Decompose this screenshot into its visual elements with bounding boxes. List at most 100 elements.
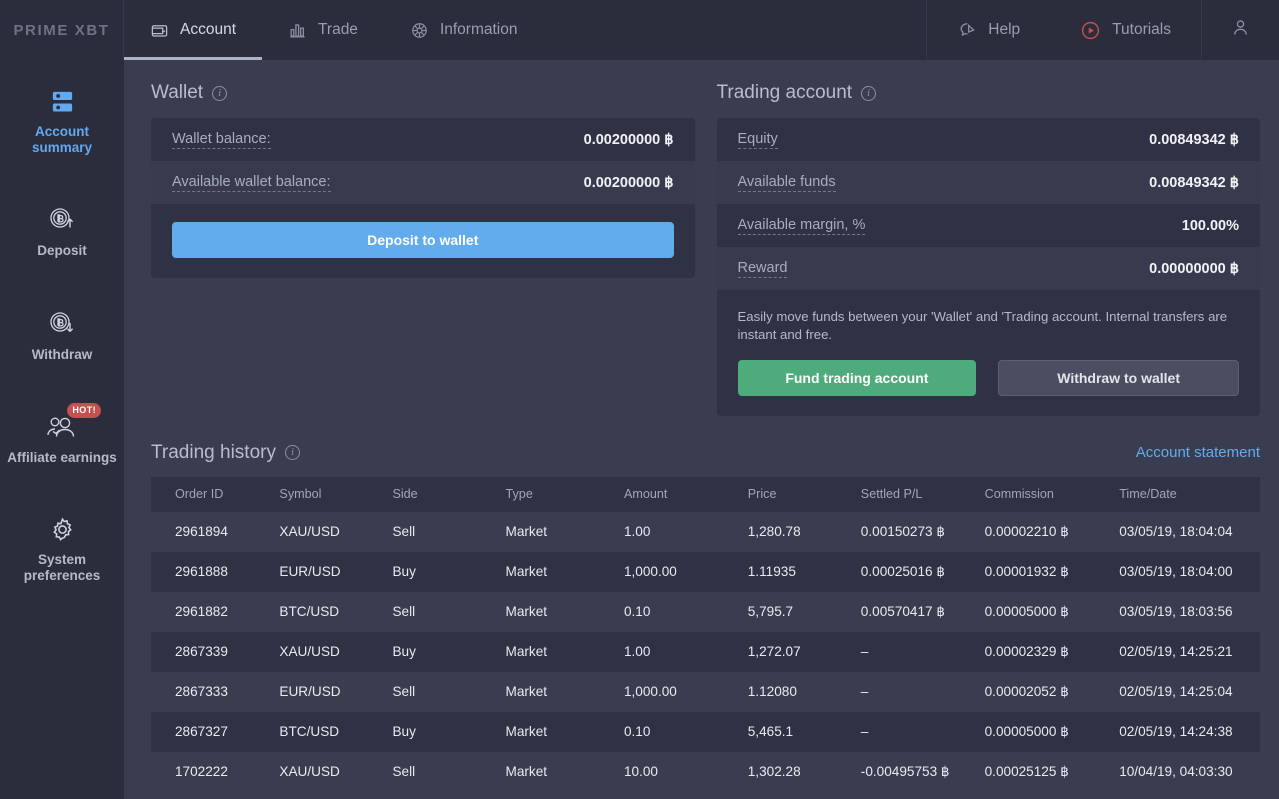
wallet-card: Wallet balance: 0.00200000 ฿ Available w… — [151, 118, 695, 278]
cell-price: 1,272.07 — [738, 632, 851, 672]
cell-symbol: EUR/USD — [269, 552, 382, 592]
cell-amount: 1,000.00 — [614, 552, 738, 592]
cell-side: Sell — [382, 752, 495, 792]
table-row[interactable]: 2867327BTC/USDBuyMarket0.105,465.1–0.000… — [151, 712, 1260, 752]
cell-type: Market — [496, 592, 614, 632]
col-header-order-id[interactable]: Order ID — [151, 477, 269, 512]
cell-settled-pl: – — [851, 672, 975, 712]
nav-item-account[interactable]: Account — [124, 0, 262, 60]
cell-side: Buy — [382, 712, 495, 752]
trading-history-table: Order ID Symbol Side Type Amount Price S… — [151, 477, 1260, 792]
cell-order-id: 1702222 — [151, 752, 269, 792]
cell-commission: 0.00005000 ฿ — [975, 592, 1110, 632]
main-content: Wallet i Wallet balance: 0.00200000 ฿ Av… — [124, 60, 1279, 799]
col-header-price[interactable]: Price — [738, 477, 851, 512]
table-row[interactable]: 2867333EUR/USDSellMarket1,000.001.12080–… — [151, 672, 1260, 712]
nav-item-tutorials[interactable]: Tutorials — [1050, 0, 1201, 60]
withdraw-to-wallet-button[interactable]: Withdraw to wallet — [998, 360, 1239, 396]
available-funds-label[interactable]: Available funds — [738, 174, 836, 192]
available-funds-row: Available funds 0.00849342 ฿ — [717, 161, 1261, 204]
cell-commission: 0.00025125 ฿ — [975, 752, 1110, 792]
table-row[interactable]: 1702222XAU/USDSellMarket10.001,302.28-0.… — [151, 752, 1260, 792]
trading-account-card: Equity 0.00849342 ฿ Available funds 0.00… — [717, 118, 1261, 416]
wallet-balance-label[interactable]: Wallet balance: — [172, 131, 271, 149]
cell-amount: 1,000.00 — [614, 672, 738, 712]
nav-item-trade[interactable]: Trade — [262, 0, 384, 60]
sidebar-item-system-preferences[interactable]: System preferences — [0, 500, 124, 598]
info-globe-icon — [410, 21, 429, 40]
col-header-commission[interactable]: Commission — [975, 477, 1110, 512]
user-account-button[interactable] — [1201, 0, 1279, 60]
play-circle-icon — [1080, 20, 1101, 41]
table-row[interactable]: 2961888EUR/USDBuyMarket1,000.001.119350.… — [151, 552, 1260, 592]
deposit-to-wallet-button[interactable]: Deposit to wallet — [172, 222, 674, 258]
nav-item-help[interactable]: Help — [927, 0, 1050, 60]
reward-label[interactable]: Reward — [738, 260, 788, 278]
equity-value: 0.00849342 ฿ — [1149, 132, 1239, 148]
available-margin-label[interactable]: Available margin, % — [738, 217, 866, 235]
cell-time-date: 02/05/19, 14:25:04 — [1109, 672, 1260, 712]
col-header-symbol[interactable]: Symbol — [269, 477, 382, 512]
cell-commission: 0.00005000 ฿ — [975, 712, 1110, 752]
sidebar-item-account-summary[interactable]: Account summary — [0, 74, 124, 170]
cell-type: Market — [496, 672, 614, 712]
fund-trading-account-button[interactable]: Fund trading account — [738, 360, 977, 396]
sidebar-label-affiliate-earnings: Affiliate earnings — [7, 450, 117, 466]
transfer-note: Easily move funds between your 'Wallet' … — [717, 290, 1261, 344]
equity-row: Equity 0.00849342 ฿ — [717, 118, 1261, 161]
cell-settled-pl: -0.00495753 ฿ — [851, 752, 975, 792]
col-header-type[interactable]: Type — [496, 477, 614, 512]
col-header-settled-pl[interactable]: Settled P/L — [851, 477, 975, 512]
table-header-row: Order ID Symbol Side Type Amount Price S… — [151, 477, 1260, 512]
brand-logo-text: PRIME XBT — [13, 22, 109, 39]
top-bar: PRIME XBT Account Trade — [0, 0, 1279, 60]
wallet-info-icon[interactable]: i — [212, 86, 227, 101]
app-shell: Account summary Deposit — [0, 60, 1279, 799]
trading-account-info-icon[interactable]: i — [861, 86, 876, 101]
col-header-side[interactable]: Side — [382, 477, 495, 512]
trading-history-section: Trading history i Account statement Orde… — [151, 442, 1260, 792]
brand-logo[interactable]: PRIME XBT — [0, 0, 124, 60]
col-header-time-date[interactable]: Time/Date — [1109, 477, 1260, 512]
available-margin-value: 100.00% — [1182, 218, 1239, 234]
cell-settled-pl: 0.00570417 ฿ — [851, 592, 975, 632]
available-wallet-balance-row: Available wallet balance: 0.00200000 ฿ — [151, 161, 695, 204]
cell-commission: 0.00002329 ฿ — [975, 632, 1110, 672]
trading-history-info-icon[interactable]: i — [285, 445, 300, 460]
table-row[interactable]: 2867339XAU/USDBuyMarket1.001,272.07–0.00… — [151, 632, 1260, 672]
sidebar-item-affiliate-earnings[interactable]: HOT! Affiliate earnings — [0, 397, 124, 480]
account-statement-link[interactable]: Account statement — [1136, 444, 1260, 461]
cell-type: Market — [496, 512, 614, 552]
sidebar-label-deposit: Deposit — [37, 243, 87, 259]
cell-order-id: 2961882 — [151, 592, 269, 632]
table-row[interactable]: 2961882BTC/USDSellMarket0.105,795.70.005… — [151, 592, 1260, 632]
cell-type: Market — [496, 752, 614, 792]
available-funds-value: 0.00849342 ฿ — [1149, 175, 1239, 191]
col-header-amount[interactable]: Amount — [614, 477, 738, 512]
wallet-title-row: Wallet i — [151, 82, 695, 104]
table-row[interactable]: 2961894XAU/USDSellMarket1.001,280.780.00… — [151, 512, 1260, 552]
wallet-balance-value: 0.00200000 ฿ — [584, 132, 674, 148]
sidebar: Account summary Deposit — [0, 60, 124, 799]
sidebar-item-withdraw[interactable]: Withdraw — [0, 294, 124, 377]
cell-order-id: 2867327 — [151, 712, 269, 752]
trading-account-panel: Trading account i Equity 0.00849342 ฿ Av… — [717, 82, 1261, 416]
people-icon: HOT! — [45, 413, 79, 441]
gear-icon — [49, 516, 76, 543]
cell-order-id: 2867333 — [151, 672, 269, 712]
bitcoin-down-icon — [47, 310, 77, 338]
cell-amount: 1.00 — [614, 632, 738, 672]
cell-settled-pl: – — [851, 712, 975, 752]
trading-history-title: Trading history — [151, 442, 276, 464]
cell-settled-pl: 0.00025016 ฿ — [851, 552, 975, 592]
trading-account-title-row: Trading account i — [717, 82, 1261, 104]
available-wallet-balance-label[interactable]: Available wallet balance: — [172, 174, 331, 192]
cell-time-date: 03/05/19, 18:04:04 — [1109, 512, 1260, 552]
cell-price: 5,795.7 — [738, 592, 851, 632]
equity-label[interactable]: Equity — [738, 131, 778, 149]
cell-type: Market — [496, 632, 614, 672]
sidebar-item-deposit[interactable]: Deposit — [0, 190, 124, 273]
wallet-title: Wallet — [151, 82, 203, 104]
trading-history-header: Trading history i Account statement — [151, 442, 1260, 464]
nav-item-information[interactable]: Information — [384, 0, 544, 60]
